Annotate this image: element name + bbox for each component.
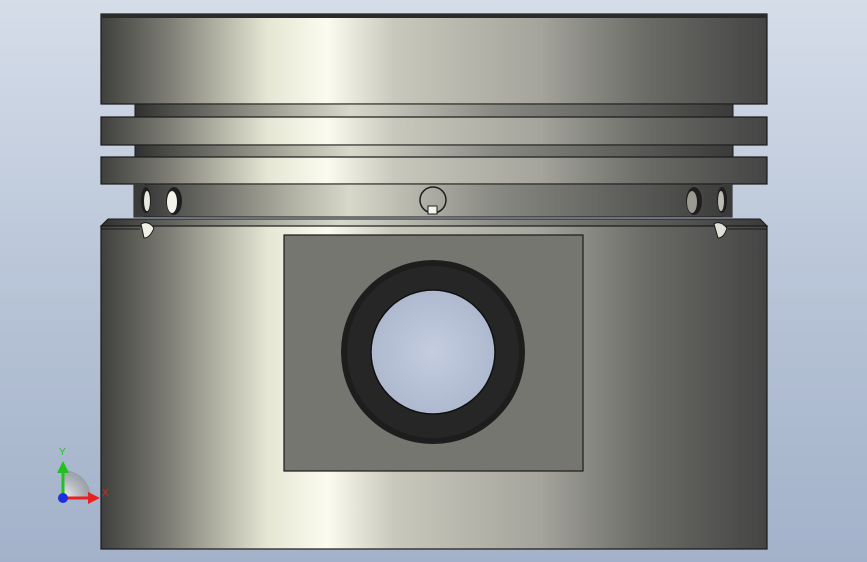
crown-top-edge — [101, 14, 767, 18]
oil-hole-left-outer-hl — [144, 191, 150, 211]
triad-x-arrow — [88, 492, 100, 504]
triad-z-axis — [58, 493, 68, 503]
piston-crown[interactable] — [100, 13, 768, 105]
triad-y-label: Y — [59, 447, 66, 458]
piston-model[interactable] — [99, 13, 769, 550]
ring-land-3[interactable] — [100, 156, 768, 185]
skirt-chamfer — [99, 218, 769, 227]
ring-groove-1 — [134, 103, 734, 118]
center-oil-hole-key — [427, 205, 438, 215]
triad-y-arrow — [57, 461, 69, 473]
ring-land-2[interactable] — [100, 116, 768, 146]
oil-hole-right-outer-hl — [718, 191, 724, 211]
triad-x-label: X — [102, 488, 109, 499]
triad-sweep — [63, 470, 91, 498]
ring-groove-2 — [134, 144, 734, 158]
graphics-viewport[interactable]: Y X — [0, 0, 867, 562]
pin-bore[interactable] — [370, 289, 496, 415]
oil-hole-left-inner-hl — [167, 191, 177, 213]
oil-hole-right-inner-hl — [687, 191, 697, 213]
